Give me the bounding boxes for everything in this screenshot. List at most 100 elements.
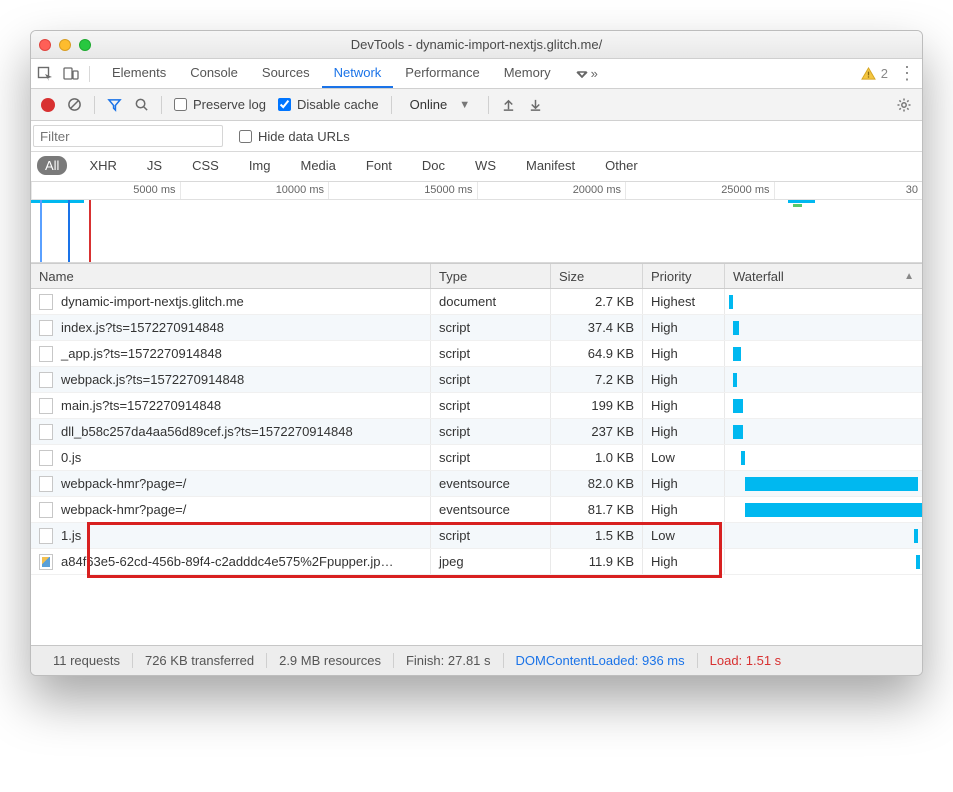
minimize-window-button[interactable] [59, 39, 71, 51]
cell-waterfall [725, 523, 922, 548]
document-file-icon [39, 476, 53, 492]
cell-type: eventsource [431, 471, 551, 496]
type-filter-xhr[interactable]: XHR [81, 156, 124, 175]
throttling-select[interactable]: Online ▼ [404, 97, 476, 112]
cell-priority: Highest [643, 289, 725, 314]
timeline-tick: 5000 ms [31, 182, 180, 199]
cell-waterfall [725, 315, 922, 340]
timeline-tick: 10000 ms [180, 182, 329, 199]
cell-waterfall [725, 289, 922, 314]
type-filter-other[interactable]: Other [597, 156, 646, 175]
cell-priority: High [643, 497, 725, 522]
cell-name: 0.js [31, 445, 431, 470]
type-filter-media[interactable]: Media [292, 156, 343, 175]
timeline-tick: 15000 ms [328, 182, 477, 199]
requests-table-header: Name Type Size Priority Waterfall▲ [31, 263, 922, 289]
tab-performance[interactable]: Performance [393, 59, 491, 88]
document-file-icon [39, 398, 53, 414]
tab-network[interactable]: Network [322, 59, 394, 88]
chevron-down-icon: ▼ [459, 99, 470, 111]
table-row[interactable]: webpack-hmr?page=/eventsource81.7 KBHigh [31, 497, 922, 523]
cell-size: 37.4 KB [551, 315, 643, 340]
table-row[interactable]: webpack.js?ts=1572270914848script7.2 KBH… [31, 367, 922, 393]
timeline-tick: 25000 ms [625, 182, 774, 199]
record-button[interactable] [41, 98, 55, 112]
type-filter-all[interactable]: All [37, 156, 67, 175]
type-filter-font[interactable]: Font [358, 156, 400, 175]
type-filter-img[interactable]: Img [241, 156, 279, 175]
column-waterfall[interactable]: Waterfall▲ [725, 264, 922, 288]
timeline-tick: 30 [774, 182, 923, 199]
document-file-icon [39, 502, 53, 518]
column-priority[interactable]: Priority [643, 264, 725, 288]
column-name[interactable]: Name [31, 264, 431, 288]
devtools-menu-icon[interactable]: ⋮ [898, 63, 916, 84]
hide-data-urls-checkbox[interactable]: Hide data URLs [239, 129, 350, 144]
tab-sources[interactable]: Sources [250, 59, 322, 88]
tab-memory[interactable]: Memory [492, 59, 563, 88]
table-row[interactable]: 1.jsscript1.5 KBLow [31, 523, 922, 549]
cell-name: webpack-hmr?page=/ [31, 471, 431, 496]
table-row[interactable]: a84f63e5-62cd-456b-89f4-c2adddc4e575%2Fp… [31, 549, 922, 575]
column-size[interactable]: Size [551, 264, 643, 288]
zoom-window-button[interactable] [79, 39, 91, 51]
timeline-overview[interactable]: 5000 ms10000 ms15000 ms20000 ms25000 ms3… [31, 182, 922, 263]
status-transferred: 726 KB transferred [132, 653, 266, 668]
clear-button[interactable] [67, 97, 82, 112]
cell-name: webpack-hmr?page=/ [31, 497, 431, 522]
table-row[interactable]: _app.js?ts=1572270914848script64.9 KBHig… [31, 341, 922, 367]
type-filter-css[interactable]: CSS [184, 156, 227, 175]
cell-size: 7.2 KB [551, 367, 643, 392]
table-row[interactable]: index.js?ts=1572270914848script37.4 KBHi… [31, 315, 922, 341]
document-file-icon [39, 528, 53, 544]
table-row[interactable]: dynamic-import-nextjs.glitch.medocument2… [31, 289, 922, 315]
image-file-icon [39, 554, 53, 570]
cell-name: index.js?ts=1572270914848 [31, 315, 431, 340]
type-filter-ws[interactable]: WS [467, 156, 504, 175]
cell-priority: High [643, 419, 725, 444]
hide-data-urls-label: Hide data URLs [258, 129, 350, 144]
warning-icon [861, 66, 876, 81]
more-tabs-button[interactable]: » [563, 66, 610, 81]
cell-size: 1.5 KB [551, 523, 643, 548]
preserve-log-checkbox[interactable]: Preserve log [174, 97, 266, 112]
close-window-button[interactable] [39, 39, 51, 51]
type-filter-doc[interactable]: Doc [414, 156, 453, 175]
tab-console[interactable]: Console [178, 59, 250, 88]
cell-type: eventsource [431, 497, 551, 522]
table-row[interactable]: dll_b58c257da4aa56d89cef.js?ts=157227091… [31, 419, 922, 445]
warnings-badge[interactable]: 2 [861, 66, 888, 81]
requests-table-body: dynamic-import-nextjs.glitch.medocument2… [31, 289, 922, 575]
sort-asc-icon: ▲ [904, 271, 914, 282]
type-filter-manifest[interactable]: Manifest [518, 156, 583, 175]
status-finish: Finish: 27.81 s [393, 653, 503, 668]
column-type[interactable]: Type [431, 264, 551, 288]
table-row[interactable]: 0.jsscript1.0 KBLow [31, 445, 922, 471]
cell-waterfall [725, 471, 922, 496]
inspect-element-icon[interactable] [37, 66, 53, 82]
settings-icon[interactable] [896, 97, 912, 113]
table-row[interactable]: webpack-hmr?page=/eventsource82.0 KBHigh [31, 471, 922, 497]
disable-cache-checkbox[interactable]: Disable cache [278, 97, 379, 112]
window-title: DevTools - dynamic-import-nextjs.glitch.… [31, 37, 922, 52]
cell-priority: High [643, 367, 725, 392]
status-load: Load: 1.51 s [697, 653, 794, 668]
export-har-icon[interactable] [528, 97, 543, 112]
cell-type: script [431, 393, 551, 418]
import-har-icon[interactable] [501, 97, 516, 112]
status-domcontentloaded: DOMContentLoaded: 936 ms [503, 653, 697, 668]
cell-type: document [431, 289, 551, 314]
tab-elements[interactable]: Elements [100, 59, 178, 88]
filter-toggle-icon[interactable] [107, 97, 122, 112]
cell-type: script [431, 419, 551, 444]
cell-name: _app.js?ts=1572270914848 [31, 341, 431, 366]
table-row[interactable]: main.js?ts=1572270914848script199 KBHigh [31, 393, 922, 419]
device-toolbar-icon[interactable] [63, 66, 79, 82]
type-filter-js[interactable]: JS [139, 156, 170, 175]
search-icon[interactable] [134, 97, 149, 112]
cell-type: jpeg [431, 549, 551, 574]
cell-name: webpack.js?ts=1572270914848 [31, 367, 431, 392]
cell-name: 1.js [31, 523, 431, 548]
filter-input[interactable] [33, 125, 223, 147]
disable-cache-label: Disable cache [297, 97, 379, 112]
